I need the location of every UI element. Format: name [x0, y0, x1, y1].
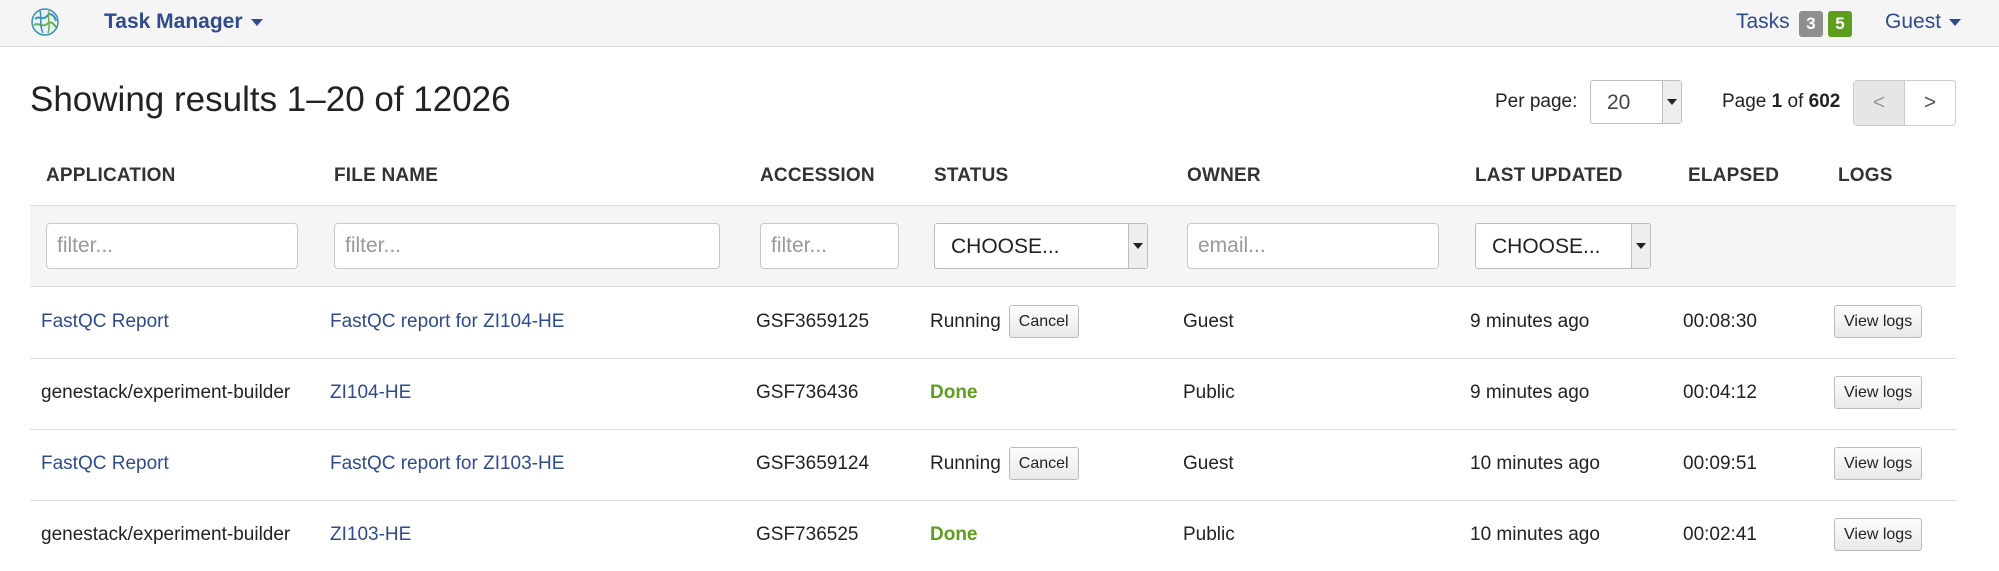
previous-page-button[interactable]: <	[1854, 81, 1905, 125]
column-header-elapsed[interactable]: ELAPSED	[1688, 165, 1779, 187]
status-cell: Running Cancel	[930, 287, 1079, 357]
view-logs-button[interactable]: View logs	[1834, 518, 1923, 552]
cancel-button[interactable]: Cancel	[1008, 447, 1079, 481]
column-header-file-name[interactable]: FILE NAME	[334, 165, 438, 187]
status-filter-value: CHOOSE...	[951, 235, 1060, 258]
caret-down-icon	[1949, 18, 1962, 26]
elapsed: 00:04:12	[1683, 382, 1757, 403]
accession: GSF736436	[756, 382, 859, 403]
view-logs-button[interactable]: View logs	[1834, 447, 1923, 481]
column-header-status[interactable]: STATUS	[934, 165, 1008, 187]
last-updated-filter-value: CHOOSE...	[1492, 235, 1601, 258]
file-name-link[interactable]: FastQC report for ZI103-HE	[330, 429, 564, 499]
application-filter-input[interactable]	[46, 223, 298, 269]
tasks-count-badge-grey[interactable]: 3	[1799, 11, 1823, 37]
globe-logo-icon[interactable]	[30, 7, 60, 37]
elapsed: 00:09:51	[1683, 453, 1757, 474]
table-row: FastQC Report FastQC report for ZI103-HE…	[30, 429, 1956, 501]
user-menu[interactable]: Guest	[1885, 10, 1962, 34]
last-updated: 10 minutes ago	[1470, 453, 1600, 474]
status-done: Done	[930, 382, 978, 403]
file-name-link[interactable]: ZI104-HE	[330, 358, 411, 428]
logs-cell: View logs	[1834, 358, 1923, 428]
logs-cell: View logs	[1834, 429, 1923, 499]
elapsed: 00:08:30	[1683, 311, 1757, 332]
owner: Public	[1183, 524, 1235, 545]
status-done: Done	[930, 524, 978, 545]
owner: Public	[1183, 382, 1235, 403]
table-row: genestack/experiment-builder ZI104-HE GS…	[30, 358, 1956, 430]
accession: GSF3659124	[756, 453, 870, 474]
logs-cell: View logs	[1834, 287, 1923, 357]
last-updated: 9 minutes ago	[1470, 311, 1590, 332]
user-name: Guest	[1885, 10, 1942, 33]
table-row: genestack/experiment-builder ZI103-HE GS…	[30, 500, 1956, 571]
per-page-value: 20	[1607, 91, 1631, 114]
view-logs-button[interactable]: View logs	[1834, 376, 1923, 410]
elapsed: 00:02:41	[1683, 524, 1757, 545]
task-manager-menu[interactable]: Task Manager	[104, 10, 263, 34]
brand-label: Task Manager	[104, 10, 243, 33]
per-page-label: Per page:	[1495, 91, 1578, 112]
owner: Guest	[1183, 311, 1234, 332]
logs-cell: View logs	[1834, 500, 1923, 570]
page-current: 1	[1771, 91, 1783, 112]
page-indicator: Page 1 of 602	[1722, 91, 1840, 113]
column-header-application[interactable]: APPLICATION	[46, 165, 176, 187]
accession: GSF3659125	[756, 311, 870, 332]
last-updated: 10 minutes ago	[1470, 524, 1600, 545]
last-updated-filter-select[interactable]: CHOOSE...	[1475, 223, 1651, 269]
tasks-count-badge-green[interactable]: 5	[1828, 11, 1852, 37]
column-header-last-updated[interactable]: LAST UPDATED	[1475, 165, 1623, 187]
column-header-owner[interactable]: OWNER	[1187, 165, 1261, 187]
chevron-down-icon	[1631, 224, 1650, 268]
column-header-logs: LOGS	[1838, 165, 1893, 186]
file-name-link[interactable]: FastQC report for ZI104-HE	[330, 287, 564, 357]
top-navbar: Task Manager Tasks 3 5 Guest	[0, 0, 1999, 47]
page-total: 602	[1808, 91, 1841, 112]
chevron-down-icon	[1662, 81, 1681, 123]
tasks-link[interactable]: Tasks	[1736, 10, 1790, 34]
application: genestack/experiment-builder	[41, 524, 291, 545]
per-page-select[interactable]: 20	[1590, 80, 1682, 124]
next-page-button[interactable]: >	[1905, 81, 1955, 125]
column-header-accession[interactable]: ACCESSION	[760, 165, 875, 187]
status-filter-select[interactable]: CHOOSE...	[934, 223, 1148, 269]
file-name-link[interactable]: ZI103-HE	[330, 500, 411, 570]
accession: GSF736525	[756, 524, 859, 545]
cancel-button[interactable]: Cancel	[1008, 305, 1079, 339]
chevron-down-icon	[1128, 224, 1147, 268]
owner: Guest	[1183, 453, 1234, 474]
filename-filter-input[interactable]	[334, 223, 720, 269]
page-prefix: Page	[1722, 91, 1767, 112]
application: genestack/experiment-builder	[41, 382, 291, 403]
pager: < >	[1853, 80, 1956, 126]
view-logs-button[interactable]: View logs	[1834, 305, 1923, 339]
caret-down-icon	[250, 18, 263, 26]
status-running: Running	[930, 311, 1001, 332]
status-running: Running	[930, 453, 1001, 474]
results-summary: Showing results 1–20 of 12026	[30, 80, 511, 119]
status-cell: Running Cancel	[930, 429, 1079, 499]
application-link[interactable]: FastQC Report	[41, 287, 169, 357]
page-of: of	[1787, 91, 1804, 112]
owner-email-filter-input[interactable]	[1187, 223, 1439, 269]
accession-filter-input[interactable]	[760, 223, 899, 269]
table-row: FastQC Report FastQC report for ZI104-HE…	[30, 287, 1956, 359]
last-updated: 9 minutes ago	[1470, 382, 1590, 403]
application-link[interactable]: FastQC Report	[41, 429, 169, 499]
